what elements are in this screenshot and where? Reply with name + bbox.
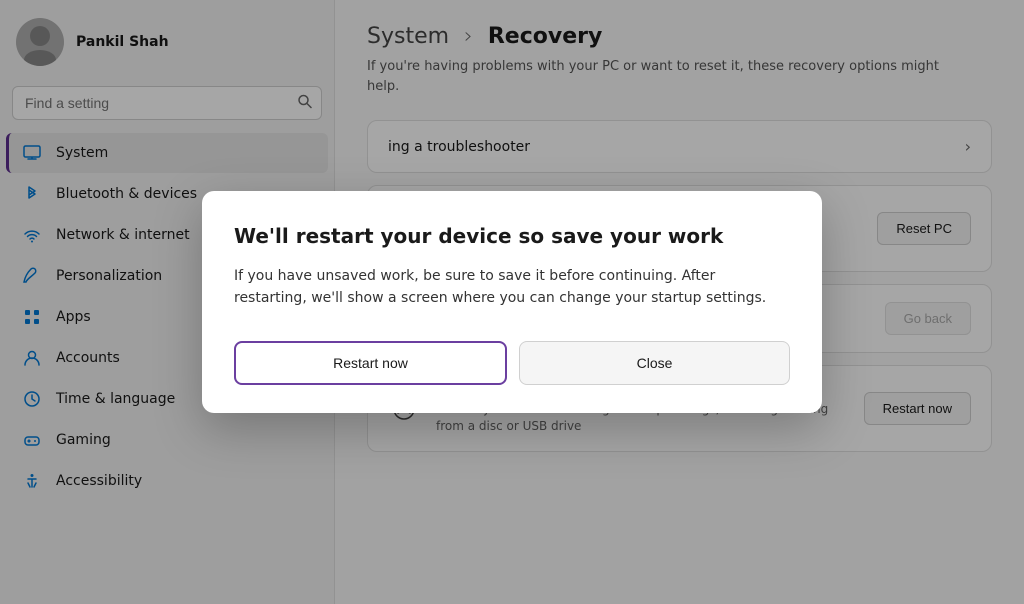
modal-title: We'll restart your device so save your w… (234, 223, 790, 249)
modal-dialog: We'll restart your device so save your w… (202, 191, 822, 414)
modal-actions: Restart now Close (234, 341, 790, 385)
modal-body: If you have unsaved work, be sure to sav… (234, 265, 790, 310)
modal-overlay: We'll restart your device so save your w… (0, 0, 1024, 604)
modal-restart-now-button[interactable]: Restart now (234, 341, 507, 385)
settings-window: Pankil Shah (0, 0, 1024, 604)
modal-close-button[interactable]: Close (519, 341, 790, 385)
